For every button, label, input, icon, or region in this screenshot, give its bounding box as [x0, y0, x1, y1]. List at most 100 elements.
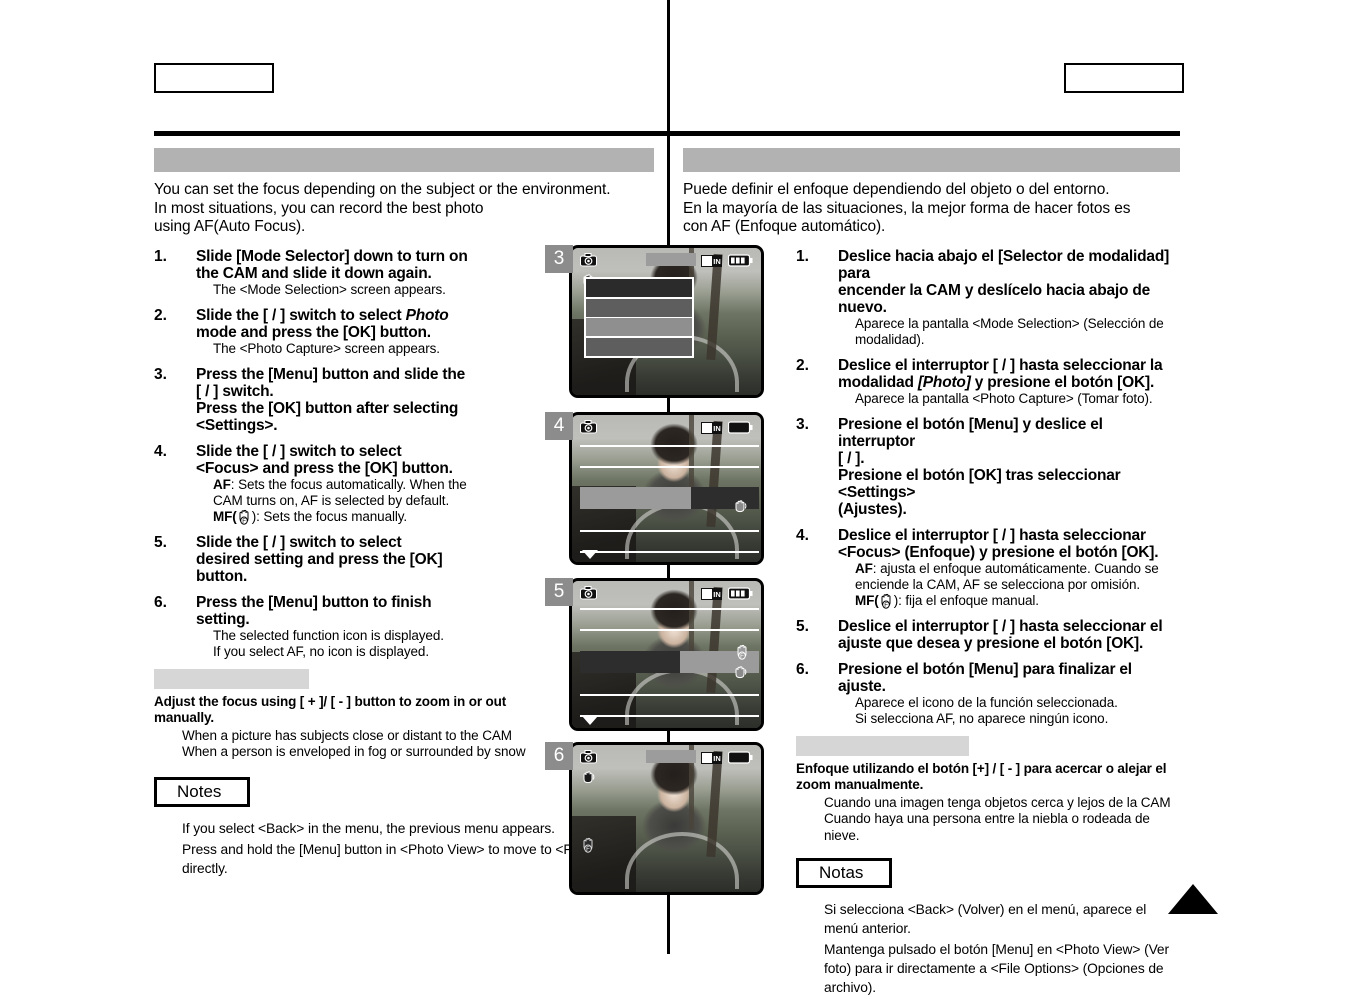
step-subtext: The <Photo Capture> screen appears.: [213, 340, 440, 356]
step-title-rest: y presione el botón [OK].: [970, 373, 1155, 391]
step-title-line: Deslice hacia abajo el [Selector de moda…: [838, 247, 1170, 282]
internal-memory-icon: IN: [701, 587, 723, 600]
mf-label: MF(: [855, 592, 879, 608]
screenshot-step-3: 3 IN: [545, 245, 764, 398]
step-number: 1.: [154, 247, 167, 265]
intro-spanish: Puede definir el enfoque dependiendo del…: [683, 181, 1180, 237]
mf-text: ): fija el enfoque manual.: [893, 592, 1039, 608]
step-title-lead: Slide the [ / ] switch to select: [196, 306, 406, 324]
step-title: Slide the [ / ] switch to select Photo m…: [196, 307, 576, 341]
menu-row[interactable]: [586, 298, 692, 317]
photo-mode-camera-icon: [580, 420, 597, 439]
tip-title-line: Enfoque utilizando el botón [+] / [ - ] …: [796, 760, 1167, 776]
step-subtext: The selected function icon is displayed.: [213, 627, 444, 643]
notes-block-spanish: Notas Si selecciona <Back> (Volver) en e…: [796, 858, 1180, 997]
menu-row-label-area: [580, 651, 681, 673]
af-label: AF: [855, 560, 873, 576]
step-item: 6. Presione el botón [Menu] para finaliz…: [796, 661, 1180, 727]
step-title-line: Press the [Menu] button to finish: [196, 593, 432, 611]
notes-tab-spanish: Notas: [796, 858, 896, 891]
svg-text:IN: IN: [713, 424, 721, 433]
photo-mode-camera-icon: [580, 750, 597, 769]
af-label: AF: [213, 476, 231, 492]
steps-spanish: 1. Deslice hacia abajo el [Selector de m…: [796, 248, 1180, 727]
step-body: Presione el botón [Menu] y deslice el in…: [838, 416, 1180, 518]
menu-separator: [580, 466, 759, 468]
svg-text:F: F: [242, 519, 246, 525]
screenshot-badge: 3: [545, 245, 573, 273]
step-number: 5.: [796, 617, 809, 635]
step-body: Presione el botón [Menu] para finalizar …: [838, 661, 1180, 727]
step-title-line: Slide the [ / ] switch to select: [196, 533, 402, 551]
menu-separator: [580, 551, 759, 553]
menu-separator: [580, 694, 759, 696]
step-number: 1.: [796, 247, 809, 265]
screenshot-step-5: 5 IN F: [545, 578, 764, 731]
menu-row-selected[interactable]: [586, 279, 692, 297]
scroll-down-arrow-icon[interactable]: [582, 716, 598, 725]
menu-separator: [580, 530, 759, 532]
menu-row[interactable]: [586, 318, 692, 336]
menu-row-label-area: [580, 487, 691, 509]
notes-list-spanish: Si selecciona <Back> (Volver) en el menú…: [824, 900, 1180, 997]
step-title-line: desired setting and press the [OK]: [196, 550, 443, 568]
anti-shake-hand-icon: [581, 770, 596, 789]
step-body: Deslice hacia abajo el [Selector de moda…: [838, 248, 1180, 348]
step-title-line: Deslice el interruptor [ / ] hasta selec…: [838, 526, 1146, 544]
intro-line: Puede definir el enfoque dependiendo del…: [683, 181, 1110, 198]
lcd-screen: IN: [569, 578, 764, 731]
tip-bar-spanish: [796, 735, 969, 756]
lcd-screen: IN: [569, 245, 764, 398]
screenshot-step-4: 4 IN: [545, 412, 764, 565]
screenshot-badge: 5: [545, 578, 573, 606]
step-subtext: Aparece el icono de la función seleccion…: [855, 694, 1118, 710]
step-title-line: Presione el botón [Menu] y deslice el in…: [838, 415, 1103, 450]
manual-page: You can set the focus depending on the s…: [0, 0, 1348, 995]
battery-icon: [727, 751, 753, 764]
step-title-line: button.: [196, 567, 248, 585]
tip-title-line: zoom manualmente.: [796, 776, 924, 792]
step-title-line: Deslice el interruptor [ / ] hasta selec…: [838, 356, 1163, 374]
top-rule-left: [154, 131, 667, 136]
step-title-line: mode and press the [OK] button.: [196, 323, 431, 341]
battery-icon: [727, 254, 753, 267]
photo-background: [572, 745, 761, 892]
scroll-down-arrow-icon[interactable]: [582, 550, 598, 559]
menu-row[interactable]: [586, 337, 692, 356]
notes-tab-english: Notes: [154, 776, 254, 810]
step-item: 3. Presione el botón [Menu] y deslice el…: [796, 416, 1180, 518]
step-subtext: The <Mode Selection> screen appears.: [213, 281, 446, 297]
step-subtext: Aparece la pantalla <Photo Capture> (Tom…: [855, 390, 1153, 406]
screenshot-badge: 4: [545, 412, 573, 440]
step-title-line: <Settings>.: [196, 416, 278, 434]
step-subtext: Si selecciona AF, no aparece ningún icon…: [855, 710, 1109, 726]
intro-line: You can set the focus depending on the s…: [154, 181, 611, 198]
menu-overlay-panel[interactable]: [584, 277, 694, 358]
battery-icon: [727, 587, 753, 600]
step-subtext: Aparece la pantalla <Mode Selection> (Se…: [855, 315, 1164, 331]
step-title: Press the [Menu] button to finish settin…: [196, 594, 576, 628]
photo-mode-camera-icon: [580, 586, 597, 605]
step-subtext-mf: MF( F ): fija el enfoque manual.: [855, 593, 1180, 609]
header-box-right: [1064, 63, 1184, 93]
step-title-pre: modalidad: [838, 373, 918, 391]
page-corner-triangle: [1168, 884, 1218, 914]
mf-text: ): Sets the focus manually.: [251, 508, 408, 524]
step-number: 2.: [154, 306, 167, 324]
step-number: 4.: [796, 526, 809, 544]
step-title-line2: modalidad [Photo] y presione el botón [O…: [838, 374, 1180, 391]
step-body: Deslice el interruptor [ / ] hasta selec…: [838, 527, 1180, 609]
handlebar-shape: [624, 832, 739, 890]
intro-english: You can set the focus depending on the s…: [154, 181, 654, 237]
step-title: Slide the [ / ] switch to select <Focus>…: [196, 443, 576, 477]
step-title-line: Presione el botón [Menu] para finalizar …: [838, 660, 1132, 695]
tip-list-spanish: Cuando una imagen tenga objetos cerca y …: [824, 795, 1180, 845]
step-title-italic: Photo: [405, 306, 449, 324]
notes-label: Notas: [819, 863, 864, 882]
step-title-line: <Focus> and press the [OK] button.: [196, 459, 453, 477]
step-title: Slide the [ / ] switch to select desired…: [196, 534, 576, 585]
step-title: Deslice el interruptor [ / ] hasta selec…: [838, 357, 1180, 391]
anti-shake-hand-icon: [733, 499, 748, 518]
screen-title-redacted: [645, 750, 696, 763]
section-title-bar-english: [154, 148, 654, 172]
